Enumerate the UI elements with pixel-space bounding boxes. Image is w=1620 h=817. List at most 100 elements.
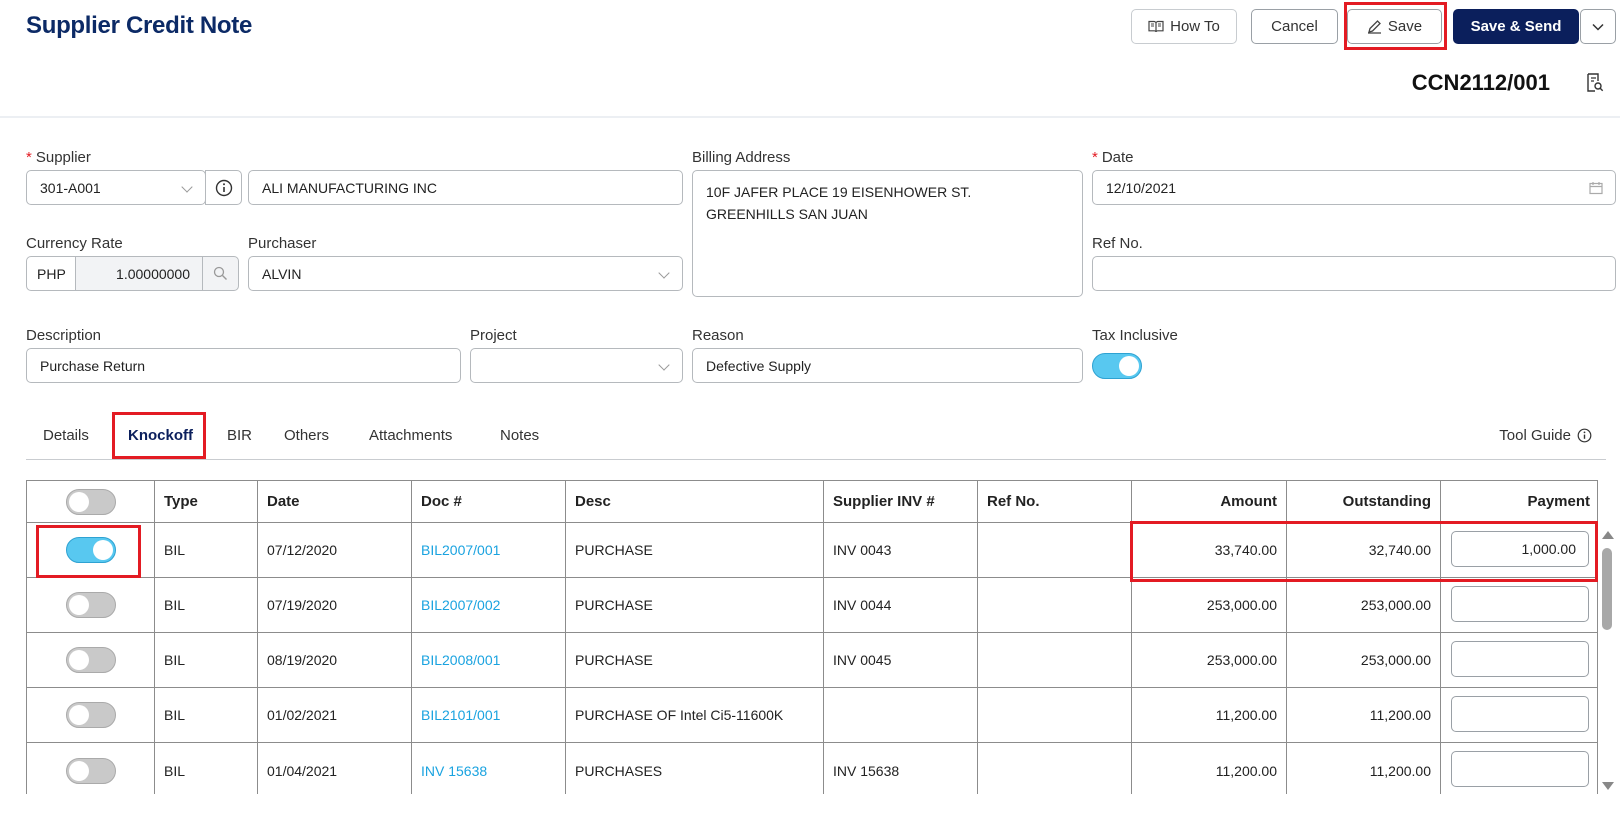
save-button[interactable]: Save bbox=[1347, 9, 1442, 44]
chevron-down-icon bbox=[181, 181, 193, 193]
purchaser-select[interactable]: ALVIN bbox=[248, 256, 683, 291]
tab-attachments[interactable]: Attachments bbox=[369, 427, 452, 444]
cell-doc-link[interactable]: BIL2007/001 bbox=[412, 523, 566, 577]
cell-date: 08/19/2020 bbox=[258, 633, 412, 687]
header-desc: Desc bbox=[566, 481, 824, 522]
tax-inclusive-label: Tax Inclusive bbox=[1092, 327, 1178, 344]
supplier-info-button[interactable] bbox=[205, 170, 242, 205]
header-date: Date bbox=[258, 481, 412, 522]
billing-address-textarea[interactable]: 10F JAFER PLACE 19 EISENHOWER ST. GREENH… bbox=[692, 170, 1083, 297]
cell-ref-no bbox=[978, 523, 1132, 577]
ref-no-field[interactable] bbox=[1092, 256, 1616, 291]
payment-input[interactable] bbox=[1451, 586, 1589, 622]
book-icon bbox=[1148, 20, 1164, 33]
header-ref-no: Ref No. bbox=[978, 481, 1132, 522]
cell-doc-link[interactable]: BIL2008/001 bbox=[412, 633, 566, 687]
cell-outstanding: 253,000.00 bbox=[1287, 578, 1441, 632]
tab-bir[interactable]: BIR bbox=[227, 427, 252, 444]
scroll-down-icon[interactable] bbox=[1602, 782, 1614, 790]
project-label: Project bbox=[470, 327, 517, 344]
supplier-code-select[interactable]: 301-A001 bbox=[26, 170, 206, 205]
table-row: BIL 01/02/2021 BIL2101/001 PURCHASE OF I… bbox=[27, 688, 1597, 743]
cell-type: BIL bbox=[155, 743, 258, 794]
how-to-button[interactable]: How To bbox=[1131, 9, 1237, 44]
cell-doc-link[interactable]: BIL2007/002 bbox=[412, 578, 566, 632]
row-select-toggle[interactable] bbox=[65, 647, 116, 673]
supplier-name-field[interactable]: ALI MANUFACTURING INC bbox=[248, 170, 683, 205]
cell-desc: PURCHASE OF Intel Ci5-11600K bbox=[566, 688, 824, 742]
currency-rate-field[interactable]: 1.00000000 bbox=[75, 256, 203, 291]
cell-amount: 11,200.00 bbox=[1132, 743, 1287, 794]
scrollbar-thumb[interactable] bbox=[1602, 548, 1612, 630]
tab-others[interactable]: Others bbox=[284, 427, 329, 444]
info-icon bbox=[215, 179, 232, 196]
select-all-toggle[interactable] bbox=[65, 488, 116, 515]
search-icon bbox=[213, 266, 227, 280]
cell-doc-link[interactable]: BIL2101/001 bbox=[412, 688, 566, 742]
cell-desc: PURCHASE bbox=[566, 633, 824, 687]
row-select-toggle[interactable] bbox=[65, 702, 116, 728]
knockoff-table: Type Date Doc # Desc Supplier INV # Ref … bbox=[26, 480, 1598, 794]
header-amount: Amount bbox=[1132, 481, 1287, 522]
cell-ref-no bbox=[978, 633, 1132, 687]
cell-amount: 253,000.00 bbox=[1132, 578, 1287, 632]
description-label: Description bbox=[26, 327, 102, 344]
how-to-label: How To bbox=[1170, 18, 1220, 35]
cell-ref-no bbox=[978, 688, 1132, 742]
row-select-toggle[interactable] bbox=[65, 537, 116, 563]
tab-knockoff[interactable]: Knockoff bbox=[128, 427, 193, 444]
header-doc: Doc # bbox=[412, 481, 566, 522]
tab-details[interactable]: Details bbox=[43, 427, 89, 444]
cancel-label: Cancel bbox=[1271, 18, 1318, 35]
project-select[interactable] bbox=[470, 348, 683, 383]
date-field[interactable]: 12/10/2021 bbox=[1092, 170, 1616, 205]
table-row: BIL 07/12/2020 BIL2007/001 PURCHASE INV … bbox=[27, 523, 1597, 578]
description-field[interactable]: Purchase Return bbox=[26, 348, 461, 383]
cell-desc: PURCHASE bbox=[566, 578, 824, 632]
tab-notes[interactable]: Notes bbox=[500, 427, 539, 444]
table-header-row: Type Date Doc # Desc Supplier INV # Ref … bbox=[27, 481, 1597, 523]
payment-input[interactable] bbox=[1451, 696, 1589, 732]
payment-input[interactable] bbox=[1451, 641, 1589, 677]
table-row: BIL 01/04/2021 INV 15638 PURCHASES INV 1… bbox=[27, 743, 1597, 794]
document-number: CCN2112/001 bbox=[1411, 70, 1550, 95]
table-scrollbar[interactable] bbox=[1598, 527, 1616, 794]
select-all-cell bbox=[27, 481, 155, 522]
chevron-down-icon bbox=[1592, 23, 1604, 31]
cell-date: 07/19/2020 bbox=[258, 578, 412, 632]
cell-supplier-inv: INV 15638 bbox=[824, 743, 978, 794]
reason-field[interactable]: Defective Supply bbox=[692, 348, 1083, 383]
cell-supplier-inv bbox=[824, 688, 978, 742]
currency-search-button[interactable] bbox=[202, 256, 239, 291]
table-row: BIL 08/19/2020 BIL2008/001 PURCHASE INV … bbox=[27, 633, 1597, 688]
purchaser-label: Purchaser bbox=[248, 235, 317, 252]
cell-outstanding: 253,000.00 bbox=[1287, 633, 1441, 687]
pencil-icon bbox=[1367, 20, 1381, 34]
cell-doc-link[interactable]: INV 15638 bbox=[412, 743, 566, 794]
tool-guide-link[interactable]: Tool Guide bbox=[1499, 427, 1592, 444]
payment-input[interactable]: 1,000.00 bbox=[1451, 531, 1589, 567]
calendar-icon bbox=[1589, 182, 1603, 195]
scroll-up-icon[interactable] bbox=[1602, 531, 1614, 539]
page-title: Supplier Credit Note bbox=[26, 12, 253, 39]
more-actions-dropdown[interactable] bbox=[1580, 9, 1616, 44]
top-bar: Supplier Credit Note How To Cancel Save … bbox=[0, 0, 1620, 118]
tax-inclusive-toggle[interactable] bbox=[1092, 353, 1142, 379]
cell-supplier-inv: INV 0043 bbox=[824, 523, 978, 577]
cell-amount: 33,740.00 bbox=[1132, 523, 1287, 577]
ref-no-label: Ref No. bbox=[1092, 235, 1143, 252]
row-select-toggle[interactable] bbox=[65, 592, 116, 618]
chevron-down-icon bbox=[658, 267, 670, 279]
cell-supplier-inv: INV 0044 bbox=[824, 578, 978, 632]
payment-input[interactable] bbox=[1451, 751, 1589, 787]
date-label: * Date bbox=[1092, 149, 1134, 166]
save-and-send-button[interactable]: Save & Send bbox=[1453, 9, 1579, 44]
cell-ref-no bbox=[978, 578, 1132, 632]
save-label: Save bbox=[1387, 18, 1423, 35]
save-and-send-label: Save & Send bbox=[1470, 18, 1562, 35]
document-search-icon[interactable] bbox=[1586, 73, 1604, 93]
cell-desc: PURCHASES bbox=[566, 743, 824, 794]
cancel-button[interactable]: Cancel bbox=[1251, 9, 1338, 44]
row-select-toggle[interactable] bbox=[65, 757, 116, 784]
supplier-label: * Supplier bbox=[26, 149, 91, 166]
